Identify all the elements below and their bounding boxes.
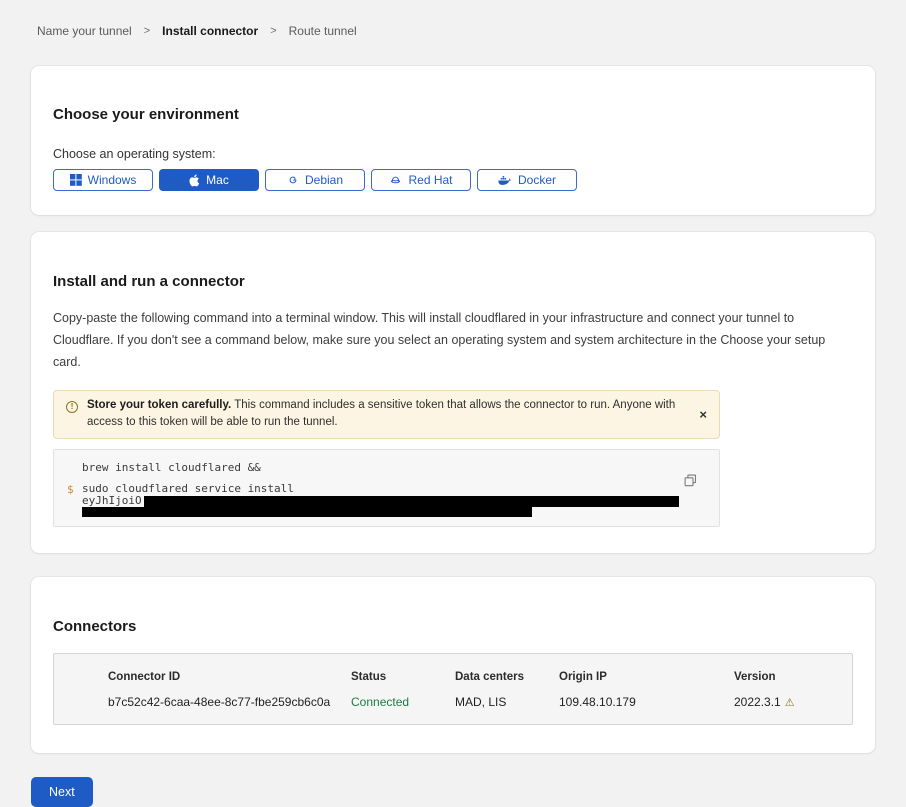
environment-card: Choose your environment Choose an operat…: [31, 66, 875, 215]
code-line-brew: brew install cloudflared &&: [82, 461, 679, 474]
origin-ip-value: 109.48.10.179: [559, 695, 734, 709]
install-card: Install and run a connector Copy-paste t…: [31, 232, 875, 553]
os-button-label: Debian: [305, 173, 343, 187]
col-header-status: Status: [351, 671, 455, 683]
os-button-group: Windows Mac Debian: [53, 169, 853, 191]
breadcrumb: Name your tunnel > Install connector > R…: [31, 0, 875, 38]
breadcrumb-separator: >: [144, 25, 150, 37]
warning-triangle-icon: ⚠: [785, 697, 795, 709]
install-command-codeblock: $ brew install cloudflared && sudo cloud…: [53, 449, 720, 527]
breadcrumb-route-tunnel[interactable]: Route tunnel: [289, 24, 357, 38]
os-button-docker[interactable]: Docker: [477, 169, 577, 191]
install-description: Copy-paste the following command into a …: [53, 308, 853, 374]
token-warning-bold: Store your token carefully.: [87, 399, 231, 411]
connectors-table: Connector ID Status Data centers Origin …: [53, 653, 853, 725]
os-button-label: Windows: [88, 173, 137, 187]
token-warning-callout: ! Store your token carefully. This comma…: [53, 390, 720, 440]
next-button[interactable]: Next: [31, 777, 93, 807]
connectors-card: Connectors Connector ID Status Data cent…: [31, 577, 875, 752]
apple-icon: [189, 174, 200, 187]
breadcrumb-name-your-tunnel[interactable]: Name your tunnel: [37, 24, 132, 38]
data-centers-value: MAD, LIS: [455, 695, 559, 709]
version-number: 2022.3.1: [734, 695, 781, 709]
os-button-label: Docker: [518, 173, 556, 187]
windows-icon: [70, 174, 82, 186]
os-button-windows[interactable]: Windows: [53, 169, 153, 191]
install-card-title: Install and run a connector: [53, 273, 853, 290]
os-button-label: Red Hat: [408, 173, 452, 187]
shell-prompt: $: [67, 483, 74, 496]
version-value: 2022.3.1 ⚠: [734, 695, 836, 709]
table-row: b7c52c42-6caa-48ee-8c77-fbe259cb6c0a Con…: [54, 695, 852, 709]
col-header-data-centers: Data centers: [455, 671, 559, 683]
os-button-redhat[interactable]: Red Hat: [371, 169, 471, 191]
os-button-mac[interactable]: Mac: [159, 169, 259, 191]
environment-card-title: Choose your environment: [53, 106, 853, 123]
connectors-table-header: Connector ID Status Data centers Origin …: [54, 671, 852, 683]
redacted-token-bar: [144, 496, 679, 507]
os-button-debian[interactable]: Debian: [265, 169, 365, 191]
page: Name your tunnel > Install connector > R…: [0, 0, 906, 807]
token-warning-text: Store your token carefully. This command…: [87, 397, 680, 433]
warning-circle-icon: !: [66, 401, 78, 413]
token-prefix: eyJhIjoiO: [82, 495, 142, 507]
os-select-label: Choose an operating system:: [53, 147, 853, 161]
debian-icon: [287, 174, 299, 186]
connector-id-value: b7c52c42-6caa-48ee-8c77-fbe259cb6c0a: [108, 695, 351, 709]
docker-icon: [498, 175, 512, 186]
breadcrumb-separator: >: [270, 25, 276, 37]
col-header-version: Version: [734, 671, 836, 683]
close-icon[interactable]: ×: [699, 408, 707, 421]
col-header-origin-ip: Origin IP: [559, 671, 734, 683]
code-line-service-install: sudo cloudflared service install: [82, 482, 679, 495]
status-badge: Connected: [351, 695, 455, 709]
col-header-connector-id: Connector ID: [108, 671, 351, 683]
breadcrumb-install-connector[interactable]: Install connector: [162, 24, 258, 38]
redacted-token-bar: [82, 507, 532, 517]
copy-icon[interactable]: [684, 474, 697, 487]
connectors-card-title: Connectors: [53, 618, 853, 635]
redhat-icon: [389, 174, 402, 186]
os-button-label: Mac: [206, 173, 229, 187]
